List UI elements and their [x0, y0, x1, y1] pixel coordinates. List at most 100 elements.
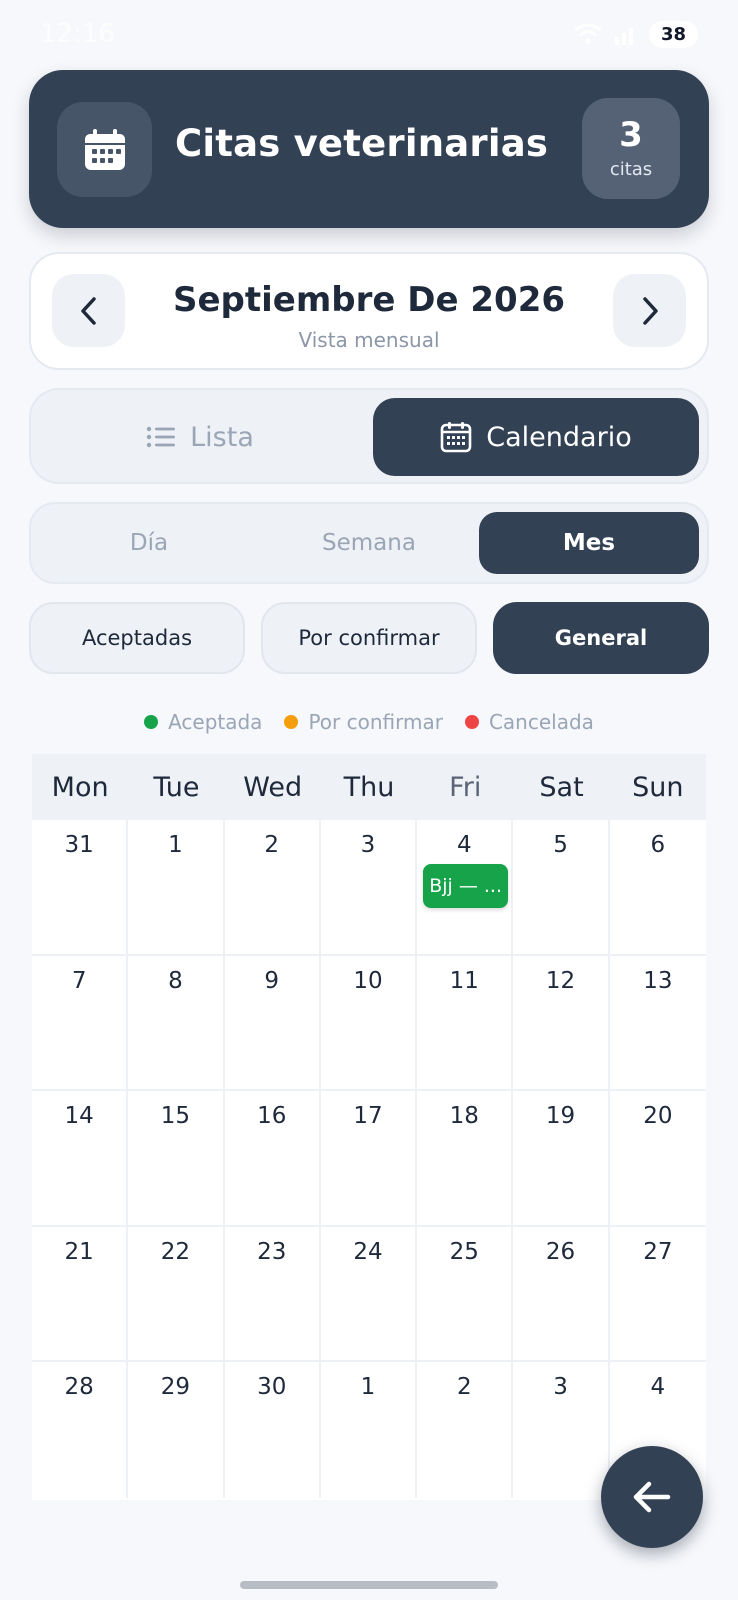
calendar-day-cell[interactable]: 12 [513, 955, 610, 1089]
day-number: 18 [449, 1103, 479, 1129]
day-number: 7 [71, 967, 87, 994]
calendar-day-cell[interactable]: 26 [513, 1226, 610, 1360]
day-number: 15 [160, 1103, 191, 1129]
calendar-day-cell[interactable]: 23 [225, 1226, 321, 1360]
calendar-day-cell[interactable]: 14 [32, 1091, 129, 1225]
calendar-day-cell[interactable]: 2 [417, 1362, 514, 1498]
signal-icon [614, 28, 633, 45]
day-number: 2 [264, 832, 280, 858]
view-calendar-tab[interactable]: Calendario [373, 398, 699, 476]
weekday-label: Tue [153, 771, 200, 803]
calendar-day-cell[interactable]: 13 [610, 956, 706, 1090]
view-list-tab[interactable]: Lista [37, 398, 363, 476]
back-button[interactable] [601, 1446, 703, 1548]
day-number: 12 [545, 967, 576, 994]
calendar-day-cell[interactable]: 22 [128, 1226, 225, 1360]
appointment-chip[interactable]: Bjj — ... [423, 864, 509, 908]
calendar-day-cell[interactable]: 17 [321, 1091, 418, 1225]
view-toggle: Lista Calendario [29, 388, 709, 484]
battery-indicator: 38 [648, 20, 698, 48]
day-number: 14 [64, 1103, 94, 1129]
calendar-week-row: 21 22 23 24 25 26 27 [32, 1226, 706, 1362]
calendar-day-cell[interactable]: 8 [128, 955, 225, 1089]
calendar-day-cell[interactable]: 7 [32, 955, 129, 1089]
legend-dot-pending [284, 715, 299, 729]
status-left: 12:16 [40, 19, 115, 49]
filter-accepted-button[interactable]: Aceptadas [29, 602, 245, 674]
day-number: 5 [553, 832, 568, 858]
calendar-day-cell[interactable]: 27 [610, 1227, 706, 1361]
calendar-day-cell[interactable]: 15 [128, 1091, 225, 1225]
legend-dot-cancelled [464, 715, 479, 729]
day-number: 3 [360, 832, 376, 858]
chevron-right-icon [642, 296, 658, 325]
calendar-day-cell[interactable]: 2 [225, 820, 321, 954]
calendar-day-cell[interactable]: 6 [610, 820, 706, 954]
status-right: 38 [573, 20, 698, 48]
list-icon [146, 426, 176, 448]
legend-label-accepted: Aceptada [168, 710, 263, 734]
calendar-day-cell[interactable]: 21 [32, 1226, 129, 1360]
header-card: Citas veterinarias 3 citas [29, 70, 709, 228]
calendar-day-cell[interactable]: 20 [610, 1091, 706, 1225]
legend-item-pending: Por confirmar [284, 710, 443, 734]
calendar-day-cell[interactable]: 10 [321, 955, 418, 1089]
calendar-day-cell[interactable]: 9 [225, 955, 321, 1089]
month-navigator: Septiembre De 2026 Vista mensual [29, 252, 709, 370]
period-month-tab[interactable]: Mes [479, 512, 699, 574]
day-number: 9 [264, 967, 280, 994]
weekday-label: Wed [243, 771, 303, 803]
calendar-day-cell[interactable]: 1 [128, 820, 225, 954]
appointments-count: 3 [619, 115, 643, 156]
calendar-day-cell[interactable]: 4 Bjj — ... [417, 820, 514, 954]
calendar-day-cell[interactable]: 18 [417, 1091, 514, 1225]
filter-general-button[interactable]: General [493, 602, 709, 674]
calendar-day-cell[interactable]: 16 [225, 1091, 321, 1225]
day-number: 29 [160, 1374, 191, 1400]
calendar-day-cell[interactable]: 3 [321, 820, 418, 954]
calendar-day-cell[interactable]: 24 [321, 1226, 418, 1360]
calendar-day-cell[interactable]: 11 [417, 955, 514, 1089]
period-week-tab[interactable]: Semana [259, 512, 479, 574]
day-number: 1 [168, 832, 183, 858]
weekday-label: Mon [51, 771, 109, 803]
calendar-icon [84, 128, 125, 170]
calendar-day-cell[interactable]: 3 [513, 1362, 610, 1498]
weekday-header: Mon Tue Wed Thu Fri Sat Sun [32, 754, 706, 820]
calendar-icon [440, 422, 472, 453]
weekday-label: Fri [449, 771, 482, 803]
day-number: 1 [360, 1374, 376, 1400]
page-title: Citas veterinarias [175, 122, 549, 165]
status-time: 12:16 [40, 19, 115, 49]
day-number: 16 [257, 1103, 287, 1129]
month-calendar: Mon Tue Wed Thu Fri Sat Sun 31 1 2 3 4 Bjj — … [32, 754, 706, 1500]
calendar-day-cell[interactable]: 28 [32, 1362, 129, 1498]
status-bar: 12:16 38 [0, 0, 738, 68]
calendar-day-cell[interactable]: 25 [417, 1226, 514, 1360]
legend-dot-accepted [144, 715, 159, 729]
home-indicator[interactable] [240, 1581, 498, 1589]
day-number: 17 [353, 1103, 383, 1129]
day-number: 11 [449, 967, 479, 994]
period-toggle: Día Semana Mes [29, 502, 709, 584]
weekday-label: Sat [539, 771, 584, 803]
calendar-grid: 31 1 2 3 4 Bjj — ... 5 6 7 8 9 10 11 12 13 14 15 16 17 18 19… [32, 820, 706, 1498]
next-month-button[interactable] [613, 274, 686, 347]
calendar-day-cell[interactable]: 5 [513, 820, 610, 954]
period-day-tab[interactable]: Día [39, 512, 259, 574]
appointments-count-label: citas [609, 158, 653, 180]
day-number: 13 [643, 967, 673, 994]
calendar-day-cell[interactable]: 31 [32, 820, 129, 954]
day-number: 8 [168, 967, 183, 994]
calendar-day-cell[interactable]: 29 [128, 1362, 225, 1498]
calendar-day-cell[interactable]: 1 [321, 1362, 418, 1498]
weekday-label: Thu [343, 771, 395, 803]
calendar-day-cell[interactable]: 30 [225, 1362, 321, 1498]
filter-pending-button[interactable]: Por confirmar [261, 602, 477, 674]
weekday-label: Sun [632, 771, 684, 803]
month-subtitle: Vista mensual [298, 328, 440, 352]
calendar-week-row: 31 1 2 3 4 Bjj — ... 5 6 [32, 820, 706, 956]
day-number: 6 [650, 832, 666, 858]
calendar-day-cell[interactable]: 19 [513, 1091, 610, 1225]
day-number: 27 [643, 1238, 673, 1265]
